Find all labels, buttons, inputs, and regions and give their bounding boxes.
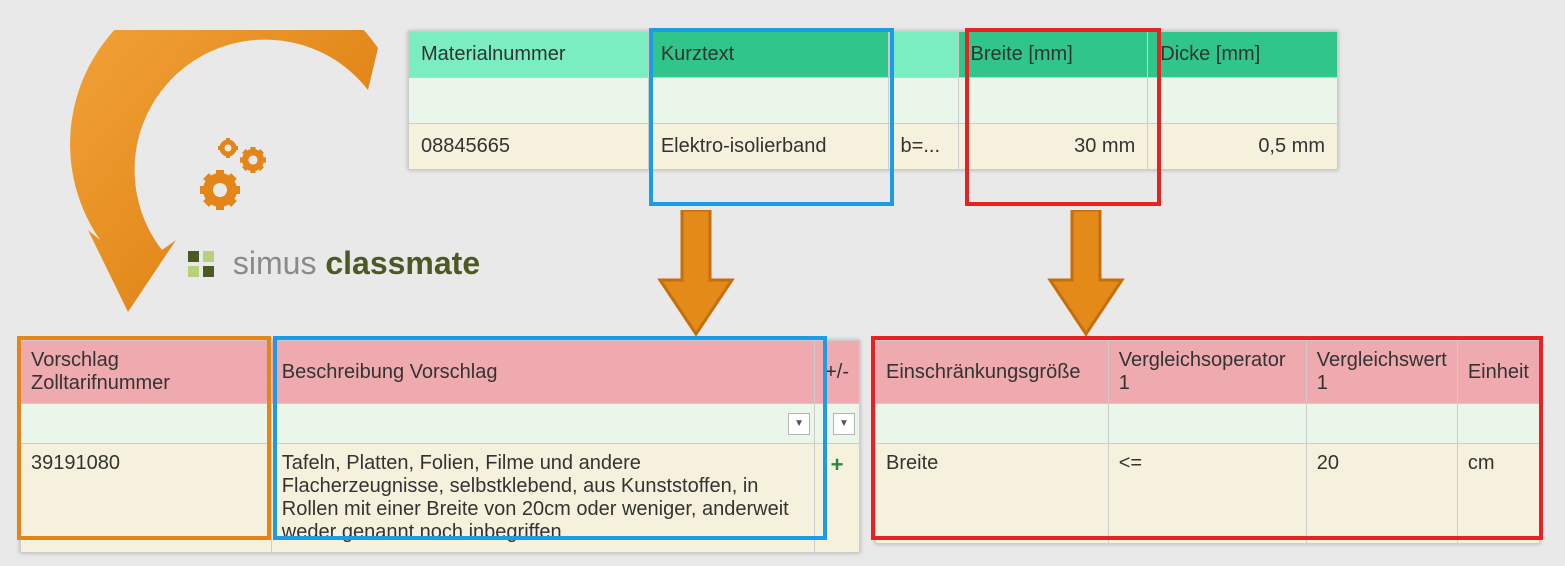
chevron-down-icon: ▼ xyxy=(794,418,804,429)
material-table: Materialnummer Kurztext Breite [mm] Dick… xyxy=(408,31,1338,170)
arrow-down-to-constraint xyxy=(1042,210,1132,340)
col-breite-header[interactable]: Breite [mm] xyxy=(958,32,1148,78)
col-groesse-header[interactable]: Einschränkungsgröße xyxy=(876,341,1109,404)
brand-part2: classmate xyxy=(325,245,480,281)
process-curve-arrow xyxy=(68,30,428,340)
cell-wert[interactable]: 20 xyxy=(1306,444,1457,544)
col-kurztext-header[interactable]: Kurztext xyxy=(648,32,888,78)
cell-dicke[interactable]: 0,5 mm xyxy=(1148,124,1338,170)
col-wert-header[interactable]: Vergleichswert 1 xyxy=(1306,341,1457,404)
tariff-table: Vorschlag Zolltarifnummer Beschreibung V… xyxy=(20,340,860,553)
cell-breite[interactable]: 30 mm xyxy=(958,124,1148,170)
dropdown-button-beschreibung[interactable]: ▼ xyxy=(788,413,810,435)
tariff-table-filter-row[interactable]: ▼ ▼ xyxy=(21,404,860,444)
cell-materialnummer[interactable]: 08845665 xyxy=(409,124,649,170)
col-materialnummer-header[interactable]: Materialnummer xyxy=(409,32,649,78)
chevron-down-icon: ▼ xyxy=(839,418,849,429)
constraint-table-filter-row[interactable] xyxy=(876,404,1540,444)
brand-logo: simus classmate xyxy=(188,245,480,282)
col-vorschlag-header[interactable]: Vorschlag Zolltarifnummer xyxy=(21,341,272,404)
cell-vorschlag[interactable]: 39191080 xyxy=(21,444,272,553)
cell-operator[interactable]: <= xyxy=(1108,444,1306,544)
constraint-table: Einschränkungsgröße Vergleichsoperator 1… xyxy=(875,340,1540,544)
gears-icon xyxy=(200,138,266,210)
tariff-table-header-row: Vorschlag Zolltarifnummer Beschreibung V… xyxy=(21,341,860,404)
material-table-filter-row[interactable] xyxy=(409,78,1338,124)
plus-indicator[interactable]: + xyxy=(831,452,844,477)
cell-einheit[interactable]: cm xyxy=(1457,444,1539,544)
col-einheit-header[interactable]: Einheit xyxy=(1457,341,1539,404)
material-table-header-row: Materialnummer Kurztext Breite [mm] Dick… xyxy=(409,32,1338,78)
tariff-table-row[interactable]: 39191080 Tafeln, Platten, Folien, Filme … xyxy=(21,444,860,553)
col-dicke-header[interactable]: Dicke [mm] xyxy=(1148,32,1338,78)
cell-kurztext[interactable]: Elektro-isolierband xyxy=(648,124,888,170)
brand-part1: simus xyxy=(233,245,317,281)
constraint-table-row[interactable]: Breite <= 20 cm xyxy=(876,444,1540,544)
col-plusminus-header[interactable]: +/- xyxy=(815,341,860,404)
dropdown-button-pm[interactable]: ▼ xyxy=(833,413,855,435)
col-operator-header[interactable]: Vergleichsoperator 1 xyxy=(1108,341,1306,404)
col-extra-header[interactable] xyxy=(888,32,958,78)
material-table-row[interactable]: 08845665 Elektro-isolierband b=... 30 mm… xyxy=(409,124,1338,170)
cell-extra[interactable]: b=... xyxy=(888,124,958,170)
constraint-table-header-row: Einschränkungsgröße Vergleichsoperator 1… xyxy=(876,341,1540,404)
cell-groesse[interactable]: Breite xyxy=(876,444,1109,544)
col-beschreibung-header[interactable]: Beschreibung Vorschlag xyxy=(271,341,814,404)
cell-beschreibung[interactable]: Tafeln, Platten, Folien, Filme und ander… xyxy=(271,444,814,553)
brand-square-icon xyxy=(188,251,214,277)
arrow-down-to-description xyxy=(652,210,742,340)
